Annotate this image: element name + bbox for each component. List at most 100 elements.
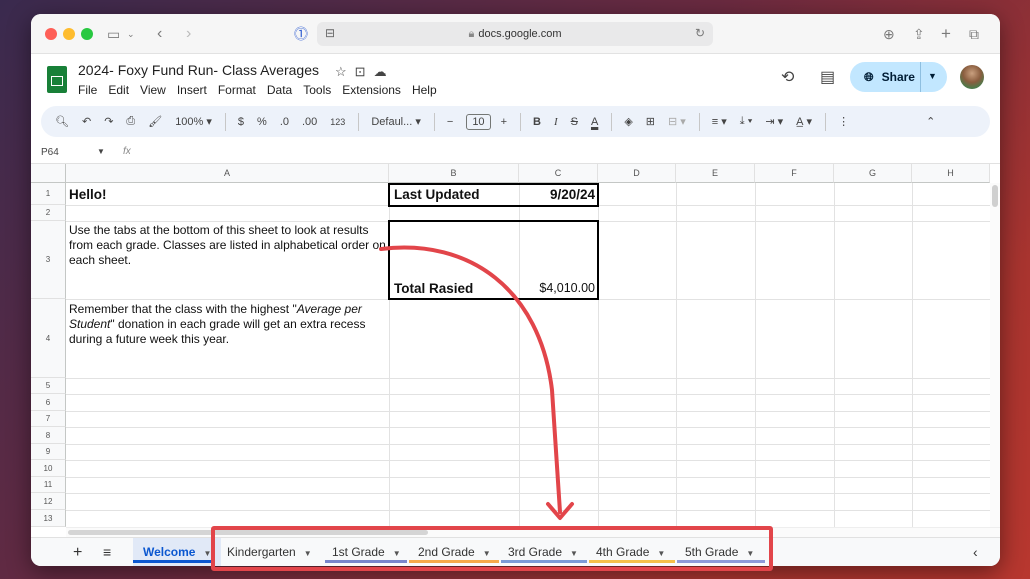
name-box-dropdown-icon[interactable]: ▼: [97, 147, 105, 156]
row-header-5[interactable]: 5: [31, 378, 66, 394]
cell-c1[interactable]: 9/20/24: [521, 187, 595, 202]
text-color-button[interactable]: A: [591, 116, 598, 128]
cell-b3[interactable]: Total Rasied: [394, 281, 473, 296]
cell-a4[interactable]: Remember that the class with the highest…: [69, 302, 387, 347]
chevron-down-icon[interactable]: ⌄: [127, 24, 135, 44]
document-title[interactable]: 2024- Foxy Fund Run- Class Averages: [78, 62, 319, 78]
forward-icon[interactable]: ›: [186, 24, 191, 44]
cell-a3[interactable]: Use the tabs at the bottom of this sheet…: [69, 223, 387, 268]
spreadsheet-grid[interactable]: A B C D E F G H 1 2 3 4 5 6 7 8 9 10 11 …: [31, 164, 1000, 527]
font-select[interactable]: Defaul... ▾: [371, 115, 421, 128]
menu-file[interactable]: File: [78, 83, 97, 97]
password-manager-icon[interactable]: ⓵: [294, 24, 308, 44]
column-header-b[interactable]: B: [389, 164, 519, 183]
column-header-a[interactable]: A: [66, 164, 389, 183]
strikethrough-button[interactable]: S: [571, 116, 578, 128]
menu-tools[interactable]: Tools: [303, 83, 331, 97]
fill-color-icon[interactable]: ◈: [624, 115, 632, 128]
cell-a1[interactable]: Hello!: [69, 187, 107, 202]
all-sheets-icon[interactable]: ≡: [103, 538, 111, 566]
number-format-button[interactable]: 123: [330, 117, 345, 127]
row-header-10[interactable]: 10: [31, 460, 66, 477]
close-window-button[interactable]: [45, 28, 57, 40]
zoom-window-button[interactable]: [81, 28, 93, 40]
page-settings-icon[interactable]: ⊟: [325, 26, 335, 40]
vertical-scrollbar[interactable]: [990, 183, 1000, 527]
undo-icon[interactable]: ↶: [82, 115, 91, 128]
row-header-4[interactable]: 4: [31, 299, 66, 378]
avatar[interactable]: [960, 65, 984, 89]
address-bar[interactable]: ⊟ 🔒︎ docs.google.com ↻: [317, 22, 713, 46]
menu-view[interactable]: View: [140, 83, 166, 97]
merge-cells-icon[interactable]: ⊟ ▾: [668, 115, 686, 128]
menu-extensions[interactable]: Extensions: [342, 83, 401, 97]
print-icon[interactable]: ⎙: [126, 115, 135, 128]
move-folder-icon[interactable]: ⊡: [355, 64, 374, 79]
comments-icon[interactable]: ▤: [820, 67, 835, 87]
column-header-h[interactable]: H: [912, 164, 990, 183]
vertical-scroll-thumb[interactable]: [992, 185, 998, 207]
row-header-7[interactable]: 7: [31, 411, 66, 427]
row-header-6[interactable]: 6: [31, 394, 66, 411]
text-rotation-icon[interactable]: A̲ ▾: [796, 115, 812, 128]
version-history-icon[interactable]: ⟲: [781, 67, 794, 87]
paint-format-icon[interactable]: 🖌︎: [148, 115, 162, 128]
share-sheet-icon[interactable]: ⇪: [913, 24, 925, 44]
search-icon[interactable]: 🔍︎: [55, 115, 69, 128]
font-size-input[interactable]: 10: [466, 113, 491, 130]
bold-button[interactable]: B: [533, 116, 541, 128]
row-header-11[interactable]: 11: [31, 477, 66, 493]
row-header-13[interactable]: 13: [31, 510, 66, 527]
font-size-decrease-button[interactable]: −: [447, 116, 453, 128]
column-header-c[interactable]: C: [519, 164, 598, 183]
share-dropdown-icon[interactable]: ▼: [928, 71, 937, 81]
borders-icon[interactable]: ⊞: [646, 115, 655, 128]
row-header-12[interactable]: 12: [31, 493, 66, 510]
increase-decimal-button[interactable]: .00: [302, 116, 317, 128]
back-icon[interactable]: ‹: [157, 24, 162, 44]
add-sheet-icon[interactable]: +: [73, 538, 82, 566]
menu-help[interactable]: Help: [412, 83, 437, 97]
percent-button[interactable]: %: [257, 116, 267, 128]
reload-icon[interactable]: ↻: [695, 26, 705, 40]
scroll-tabs-left-icon[interactable]: ‹: [973, 538, 978, 566]
currency-button[interactable]: $: [238, 116, 244, 128]
menu-data[interactable]: Data: [267, 83, 292, 97]
minimize-window-button[interactable]: [63, 28, 75, 40]
downloads-icon[interactable]: ⊕: [883, 24, 895, 44]
column-header-g[interactable]: G: [834, 164, 912, 183]
redo-icon[interactable]: ↷: [104, 115, 113, 128]
italic-button[interactable]: I: [554, 116, 558, 128]
row-header-3[interactable]: 3: [31, 221, 66, 299]
menu-edit[interactable]: Edit: [108, 83, 129, 97]
menu-insert[interactable]: Insert: [177, 83, 207, 97]
sheets-logo-icon[interactable]: [47, 66, 67, 93]
font-size-increase-button[interactable]: +: [501, 116, 507, 128]
cloud-saved-icon[interactable]: ☁: [374, 64, 395, 79]
name-box[interactable]: P64: [41, 147, 59, 158]
column-header-d[interactable]: D: [598, 164, 676, 183]
row-header-2[interactable]: 2: [31, 205, 66, 221]
row-header-1[interactable]: 1: [31, 183, 66, 205]
select-all-corner[interactable]: [31, 164, 66, 183]
new-tab-icon[interactable]: +: [941, 24, 951, 44]
cell-b1[interactable]: Last Updated: [394, 187, 480, 202]
sidebar-icon[interactable]: ▭: [107, 24, 120, 44]
text-wrapping-icon[interactable]: ⇥ ▾: [765, 115, 783, 128]
cell-c3[interactable]: $4,010.00: [521, 281, 595, 296]
fx-icon: fx: [123, 146, 131, 157]
tab-overview-icon[interactable]: ⧉: [969, 24, 979, 44]
column-header-e[interactable]: E: [676, 164, 755, 183]
star-icon[interactable]: ☆: [335, 64, 355, 79]
horizontal-align-icon[interactable]: ≡ ▾: [712, 115, 727, 128]
more-options-icon[interactable]: ⋮: [838, 115, 849, 128]
column-header-f[interactable]: F: [755, 164, 834, 183]
row-header-9[interactable]: 9: [31, 444, 66, 460]
row-header-8[interactable]: 8: [31, 427, 66, 444]
share-button[interactable]: 🌐︎ Share ▼: [850, 62, 947, 92]
zoom-select[interactable]: 100% ▾: [175, 115, 212, 128]
vertical-align-icon[interactable]: ⤓ ▾: [740, 115, 753, 128]
decrease-decimal-button[interactable]: .0: [280, 116, 289, 128]
menu-format[interactable]: Format: [218, 83, 256, 97]
collapse-menus-icon[interactable]: ⌃: [926, 115, 935, 128]
